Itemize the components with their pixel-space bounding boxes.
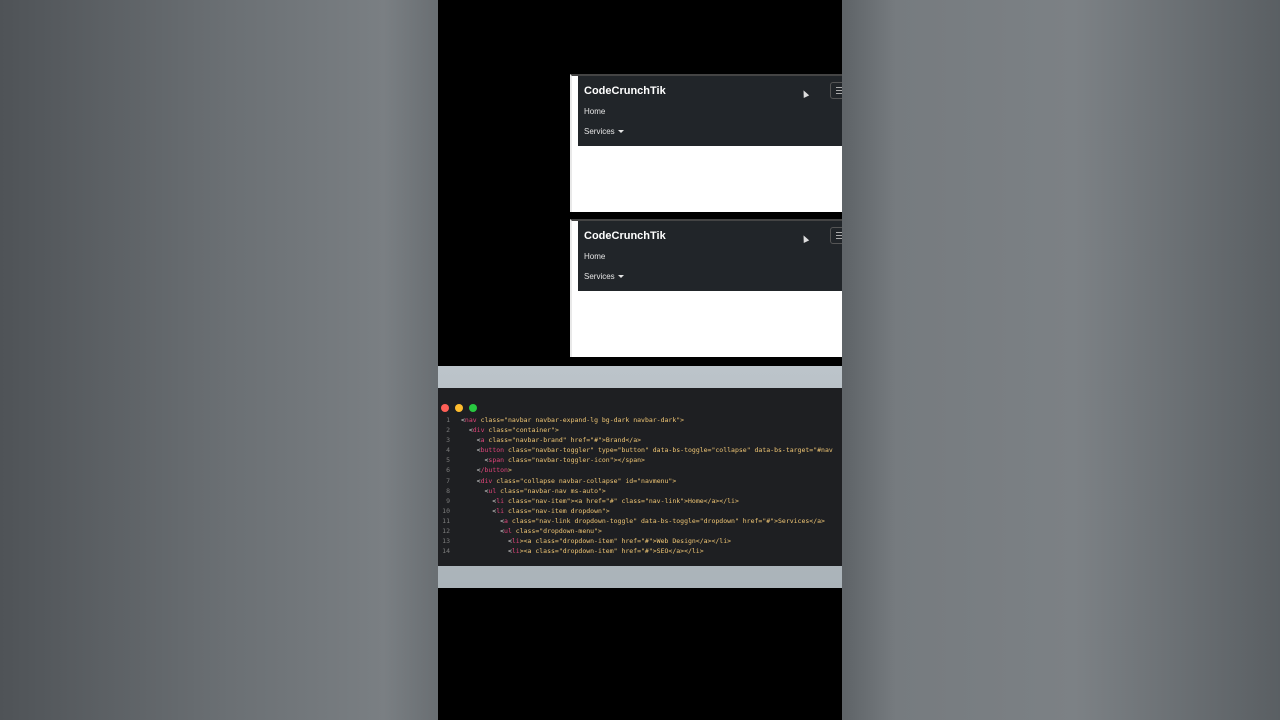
code-line: 6 </button>	[438, 465, 842, 475]
code-attributes: class="dropdown-menu">	[511, 527, 602, 536]
code-tag: div	[472, 426, 485, 435]
line-number: 10	[442, 506, 450, 515]
mouse-cursor-icon	[800, 89, 810, 98]
mouse-cursor-icon	[800, 234, 810, 243]
code-line: 4 <button class="navbar-toggler" type="b…	[438, 445, 842, 455]
hamburger-menu-icon[interactable]	[830, 82, 842, 99]
code-text: <li><a class="dropdown-item" href="#">We…	[461, 537, 732, 546]
line-number: 9	[446, 496, 450, 505]
code-line: 9 <li class="nav-item"><a href="#" class…	[438, 496, 842, 506]
code-text: <li class="nav-item"><a href="#" class="…	[461, 496, 739, 505]
code-text: <span class="navbar-toggler-icon"></span…	[461, 456, 645, 465]
code-tag: div	[480, 476, 493, 485]
code-tag: button	[480, 446, 505, 455]
code-tag: span	[488, 456, 505, 465]
line-number: 11	[442, 516, 450, 525]
code-attributes: class="collapse navbar-collapse" id="nav…	[492, 476, 677, 485]
code-tag: li	[496, 506, 505, 515]
code-line: 12 <ul class="dropdown-menu">	[438, 526, 842, 536]
code-text: <div class="collapse navbar-collapse" id…	[461, 476, 677, 485]
navbar: CodeCrunchTik Home Services	[578, 76, 842, 146]
code-attributes: class="navbar-nav ms-auto">	[496, 486, 606, 495]
code-text: <ul class="dropdown-menu">	[461, 527, 602, 536]
code-line: 3 <a class="navbar-brand" href="#">Brand…	[438, 435, 842, 445]
code-line: 8 <ul class="navbar-nav ms-auto">	[438, 486, 842, 496]
navbar-brand[interactable]: CodeCrunchTik	[584, 230, 666, 242]
navbar-brand[interactable]: CodeCrunchTik	[584, 85, 666, 97]
code-attributes: class="container">	[484, 426, 559, 435]
line-number: 7	[446, 476, 450, 485]
nav-link-home[interactable]: Home	[584, 252, 605, 261]
code-line: 13 <li><a class="dropdown-item" href="#"…	[438, 536, 842, 546]
code-line: 2 <div class="container">	[438, 425, 842, 435]
browser-preview-1: CodeCrunchTik Home Services	[570, 74, 842, 212]
code-tag: li	[511, 547, 520, 556]
video-stage: CodeCrunchTik Home Services CodeCrunchTi…	[438, 0, 842, 720]
browser-preview-2: CodeCrunchTik Home Services	[570, 219, 842, 357]
minimize-window-icon[interactable]	[455, 404, 463, 412]
code-attributes: ><a class="dropdown-item" href="#">Web D…	[519, 537, 732, 546]
code-line: 5 <span class="navbar-toggler-icon"></sp…	[438, 455, 842, 465]
line-number: 4	[446, 446, 450, 455]
code-line: 7 <div class="collapse navbar-collapse" …	[438, 476, 842, 486]
code-attributes: class="navbar-toggler" type="button" dat…	[504, 446, 833, 455]
code-attributes: class="navbar-brand" href="#">Brand</a>	[484, 436, 642, 445]
line-number: 3	[446, 436, 450, 445]
code-tag: li	[496, 496, 505, 505]
line-number: 1	[446, 416, 450, 424]
code-text: <li class="nav-item dropdown">	[461, 506, 610, 515]
code-tag: ul	[504, 527, 512, 536]
nav-link-services[interactable]: Services	[584, 272, 624, 281]
close-window-icon[interactable]	[441, 404, 449, 412]
caret-down-icon	[617, 275, 624, 279]
code-text: </button>	[461, 466, 512, 475]
nav-link-home[interactable]: Home	[584, 107, 605, 116]
code-line: 11 <a class="nav-link dropdown-toggle" d…	[438, 516, 842, 526]
code-attributes: ><a class="dropdown-item" href="#">SEO</…	[519, 547, 704, 556]
code-attributes: class="nav-item"><a href="#" class="nav-…	[504, 496, 739, 505]
line-number: 12	[442, 527, 450, 536]
code-attributes: class="nav-item dropdown">	[504, 506, 610, 515]
code-tag: li	[511, 537, 520, 546]
code-tag: /button	[480, 466, 508, 475]
code-line: 10 <li class="nav-item dropdown">	[438, 506, 842, 516]
code-text: <ul class="navbar-nav ms-auto">	[461, 486, 606, 495]
caret-down-icon	[617, 130, 624, 134]
line-number: 5	[446, 456, 450, 465]
nav-link-services-label: Services	[584, 272, 615, 281]
line-number: 13	[442, 537, 450, 546]
line-number: 6	[446, 466, 450, 475]
code-lines[interactable]: 1 <nav class="navbar navbar-expand-lg bg-…	[438, 415, 842, 556]
nav-link-services[interactable]: Services	[584, 127, 624, 136]
code-text: <button class="navbar-toggler" type="but…	[461, 446, 833, 455]
code-line: 14 <li><a class="dropdown-item" href="#"…	[438, 546, 842, 556]
code-attributes: class="nav-link dropdown-toggle" data-bs…	[507, 516, 825, 525]
line-number: 8	[446, 486, 450, 495]
code-attributes: >	[507, 466, 512, 475]
code-text: <nav class="navbar navbar-expand-lg bg-d…	[461, 416, 685, 424]
code-attributes: class="navbar navbar-expand-lg bg-dark n…	[476, 416, 685, 424]
code-tag: nav	[464, 416, 477, 424]
maximize-window-icon[interactable]	[469, 404, 477, 412]
code-text: <a class="navbar-brand" href="#">Brand</…	[461, 436, 642, 445]
code-text: <div class="container">	[461, 426, 559, 435]
code-editor: 1 <nav class="navbar navbar-expand-lg bg-…	[438, 388, 842, 566]
code-line: 1 <nav class="navbar navbar-expand-lg bg-…	[438, 415, 842, 425]
code-text: <a class="nav-link dropdown-toggle" data…	[461, 516, 825, 525]
code-attributes: class="navbar-toggler-icon"></span>	[504, 456, 645, 465]
code-editor-frame: 1 <nav class="navbar navbar-expand-lg bg-…	[438, 366, 842, 588]
line-number: 14	[442, 547, 450, 556]
hamburger-menu-icon[interactable]	[830, 227, 842, 244]
navbar: CodeCrunchTik Home Services	[578, 221, 842, 291]
line-number: 2	[446, 426, 450, 435]
code-text: <li><a class="dropdown-item" href="#">SE…	[461, 547, 704, 556]
nav-link-services-label: Services	[584, 127, 615, 136]
